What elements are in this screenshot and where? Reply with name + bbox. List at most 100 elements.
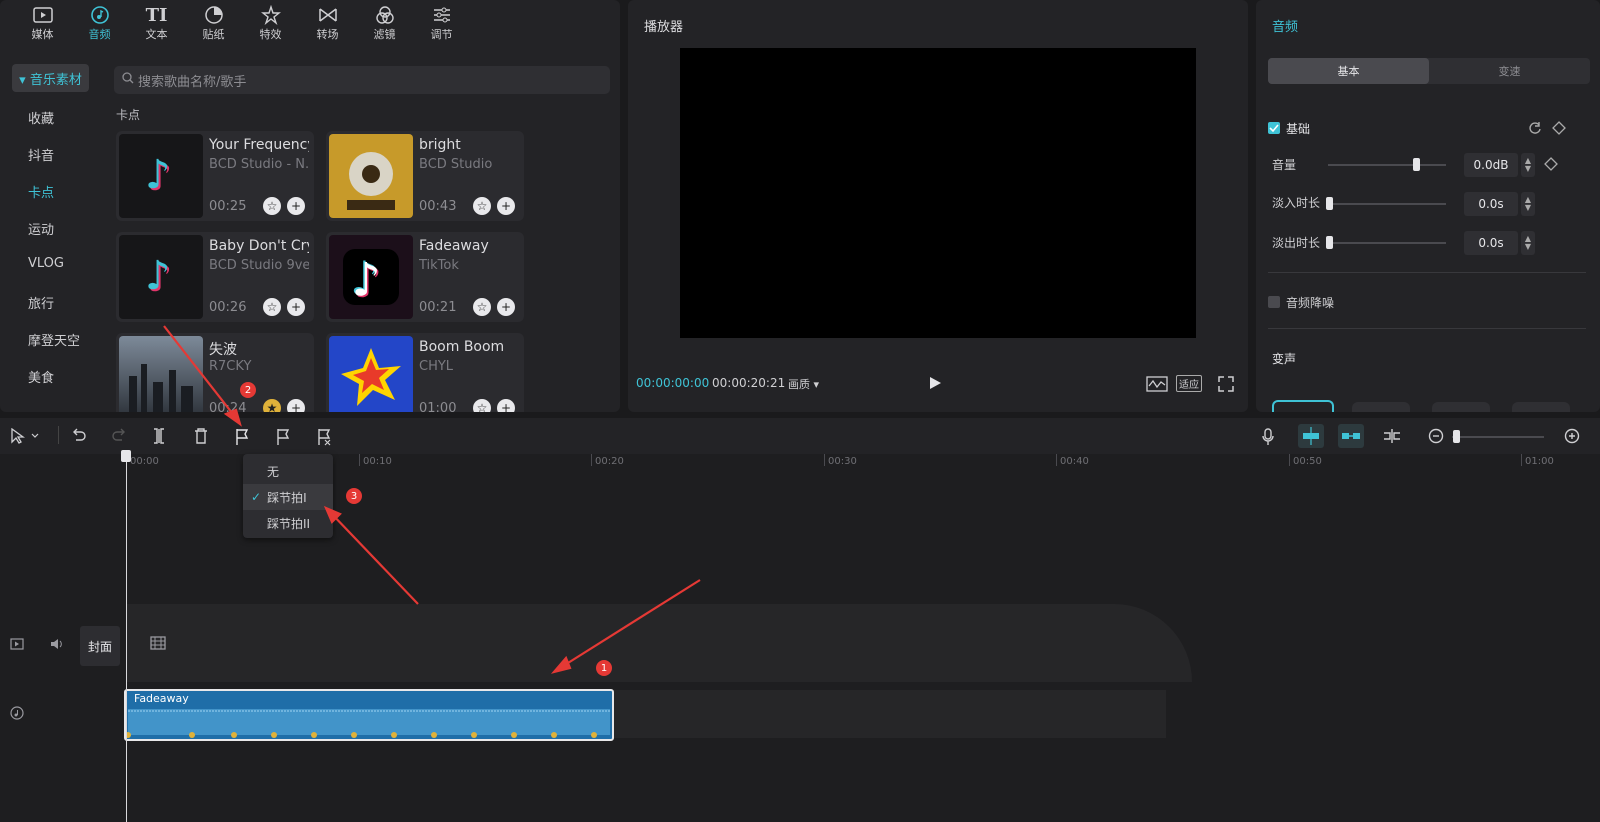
song-card[interactable]: bright BCD Studio 00:43 ☆ + xyxy=(326,131,524,221)
tab-transition[interactable]: 转场 xyxy=(299,0,356,46)
tab-text[interactable]: TI 文本 xyxy=(128,0,185,46)
volume-slider-handle[interactable] xyxy=(1413,158,1420,171)
song-artist: BCD Studio 9ver xyxy=(209,258,309,273)
keyframe-icon[interactable] xyxy=(1544,157,1558,175)
sidebar-item-sports[interactable]: 运动 xyxy=(28,219,54,238)
text-icon: TI xyxy=(145,4,168,26)
video-track[interactable] xyxy=(126,604,1192,682)
sidebar-item-food[interactable]: 美食 xyxy=(28,367,54,386)
cover-button[interactable]: 封面 xyxy=(80,626,120,666)
fadeout-stepper[interactable]: ▲ ▼ xyxy=(1521,231,1535,255)
song-card[interactable]: ♪ ♪ ♪ Fadeaway TikTok 00:21 ☆ + xyxy=(326,232,524,322)
zoom-slider-handle[interactable] xyxy=(1453,430,1460,443)
fadein-slider-handle[interactable] xyxy=(1326,197,1333,210)
voice-preset[interactable] xyxy=(1512,402,1570,412)
voice-preset[interactable] xyxy=(1432,402,1490,412)
song-duration: 01:00 xyxy=(419,401,457,412)
add-icon[interactable]: + xyxy=(287,298,305,316)
tab-filter[interactable]: 滤镜 xyxy=(356,0,413,46)
song-card[interactable]: Boom Boom CHYL 01:00 ☆ + xyxy=(326,333,524,412)
divider xyxy=(1268,328,1586,329)
voice-preset[interactable] xyxy=(1272,400,1334,412)
search-input[interactable]: 搜索歌曲名称/歌手 xyxy=(114,66,610,94)
menu-item-none[interactable]: 无 xyxy=(243,458,333,484)
zoom-in-icon[interactable] xyxy=(1564,428,1580,448)
playhead[interactable] xyxy=(126,454,127,822)
sidebar-item-beat[interactable]: 卡点 xyxy=(28,182,54,201)
auto-beat-icon[interactable] xyxy=(234,428,250,450)
menu-item-beat-1[interactable]: ✓ 踩节拍I xyxy=(243,484,333,510)
snap-toggle-icon[interactable] xyxy=(1298,424,1324,448)
add-icon[interactable]: + xyxy=(287,399,305,412)
microphone-icon[interactable] xyxy=(1262,428,1274,450)
music-library-header[interactable]: ▾ 音乐素材 xyxy=(12,64,89,92)
add-icon[interactable]: + xyxy=(497,298,515,316)
split-icon[interactable] xyxy=(152,428,166,448)
song-card[interactable]: 失波 R7CKY 00:24 ★ + xyxy=(116,333,314,412)
waveform-icon[interactable] xyxy=(1146,376,1168,396)
favorite-star-icon[interactable]: ★ xyxy=(263,399,281,412)
fadeout-value[interactable]: 0.0s xyxy=(1464,231,1518,255)
favorite-star-icon[interactable]: ☆ xyxy=(263,197,281,215)
fit-button[interactable]: 适应 xyxy=(1176,375,1202,392)
fadein-stepper[interactable]: ▲ ▼ xyxy=(1521,192,1535,216)
tab-speed[interactable]: 变速 xyxy=(1429,58,1590,84)
volume-slider[interactable] xyxy=(1328,164,1446,166)
audio-panel: 音频 基本 变速 基础 音量 0.0dB ▲ ▼ 淡入时长 0.0s ▲ ▼ 淡出时… xyxy=(1256,0,1600,412)
tab-sticker[interactable]: 贴纸 xyxy=(185,0,242,46)
add-beat-icon[interactable] xyxy=(275,428,291,450)
clear-beat-icon[interactable] xyxy=(316,428,332,450)
favorite-star-icon[interactable]: ☆ xyxy=(473,197,491,215)
song-card[interactable]: ♪ ♪ Your Frequency BCD Studio - N... 00:2… xyxy=(116,131,314,221)
sidebar-item-douyin[interactable]: 抖音 xyxy=(28,145,54,164)
delete-icon[interactable] xyxy=(194,428,208,448)
tab-media[interactable]: 媒体 xyxy=(14,0,71,46)
fullscreen-icon[interactable] xyxy=(1218,376,1234,396)
tab-audio[interactable]: 音频 xyxy=(71,0,128,46)
keyframe-icon[interactable] xyxy=(1552,121,1566,139)
reset-icon[interactable] xyxy=(1528,121,1542,139)
quality-dropdown[interactable]: 画质 ▾ xyxy=(788,376,819,392)
tab-effects[interactable]: 特效 xyxy=(242,0,299,46)
preview-axis-icon[interactable] xyxy=(1382,428,1402,448)
preview-screen[interactable] xyxy=(680,48,1196,338)
sidebar-item-modern-sky[interactable]: 摩登天空 xyxy=(28,330,80,349)
audio-clip[interactable]: Fadeaway xyxy=(124,689,614,741)
ruler-tick xyxy=(359,454,360,466)
sidebar-item-favorites[interactable]: 收藏 xyxy=(28,108,54,127)
zoom-slider[interactable] xyxy=(1452,436,1544,438)
redo-icon[interactable] xyxy=(112,428,126,446)
add-icon[interactable]: + xyxy=(287,197,305,215)
song-artist: CHYL xyxy=(419,359,454,374)
add-icon[interactable]: + xyxy=(497,399,515,412)
zoom-out-icon[interactable] xyxy=(1428,428,1444,448)
favorite-star-icon[interactable]: ☆ xyxy=(473,298,491,316)
volume-value[interactable]: 0.0dB xyxy=(1464,153,1518,177)
menu-item-beat-2[interactable]: 踩节拍II xyxy=(243,510,333,536)
voice-preset[interactable] xyxy=(1352,402,1410,412)
select-cursor-icon[interactable] xyxy=(10,427,40,448)
favorite-star-icon[interactable]: ☆ xyxy=(263,298,281,316)
tab-adjust[interactable]: 调节 xyxy=(413,0,470,46)
undo-icon[interactable] xyxy=(72,428,86,446)
favorite-star-icon[interactable]: ☆ xyxy=(473,399,491,412)
link-toggle-icon[interactable] xyxy=(1338,424,1364,448)
play-icon[interactable] xyxy=(928,376,942,394)
tab-basic[interactable]: 基本 xyxy=(1268,58,1429,84)
sidebar-item-vlog[interactable]: VLOG xyxy=(28,256,64,271)
fadein-slider[interactable] xyxy=(1328,203,1446,205)
divider xyxy=(1268,272,1586,273)
audio-icon xyxy=(90,4,110,26)
sidebar-item-travel[interactable]: 旅行 xyxy=(28,293,54,312)
song-card[interactable]: ♪ ♪ Baby Don't Cry BCD Studio 9ver 00:26 … xyxy=(116,232,314,322)
basic-checkbox[interactable] xyxy=(1268,122,1280,134)
mute-icon[interactable] xyxy=(50,638,64,653)
denoise-checkbox[interactable] xyxy=(1268,296,1280,308)
fadeout-slider[interactable] xyxy=(1328,242,1446,244)
film-strip-icon[interactable] xyxy=(150,636,166,653)
playhead-handle[interactable] xyxy=(121,450,131,462)
volume-stepper[interactable]: ▲ ▼ xyxy=(1521,153,1535,177)
fadein-value[interactable]: 0.0s xyxy=(1464,192,1518,216)
add-icon[interactable]: + xyxy=(497,197,515,215)
fadeout-slider-handle[interactable] xyxy=(1326,236,1333,249)
